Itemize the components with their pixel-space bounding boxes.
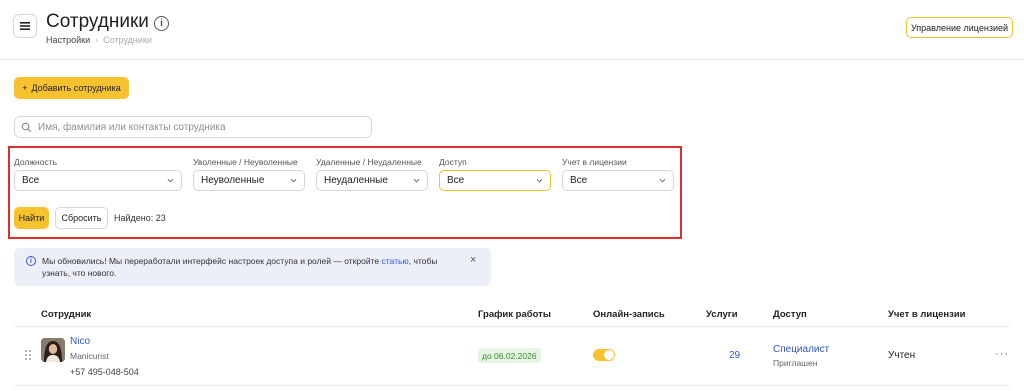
menu-button[interactable] [13, 14, 37, 38]
chevron-down-icon [659, 178, 666, 183]
filter-value: Все [570, 175, 588, 186]
filter-deleted-select[interactable]: Неудаленные [316, 170, 428, 191]
toggle-knob [604, 350, 614, 360]
more-options-icon[interactable]: ··· [995, 348, 1009, 360]
filter-value: Все [447, 175, 465, 186]
column-header-schedule[interactable]: График работы [478, 309, 551, 320]
found-count: Найдено: 23 [114, 213, 166, 223]
employee-phone: +57 495-048-504 [70, 367, 139, 377]
column-header-online-booking[interactable]: Онлайн-запись [593, 309, 665, 320]
close-icon[interactable]: × [470, 254, 476, 266]
breadcrumb-employees: Сотрудники [103, 35, 152, 45]
column-header-employee[interactable]: Сотрудник [41, 309, 91, 320]
access-status: Приглашен [773, 358, 818, 368]
license-status: Учтен [888, 350, 916, 361]
filter-fired-select[interactable]: Неуволенные [193, 170, 305, 191]
breadcrumb-separator-icon: › [95, 35, 99, 45]
breadcrumb-settings[interactable]: Настройки [46, 35, 90, 45]
add-employee-button[interactable]: + Добавить сотрудника [14, 77, 129, 99]
manage-license-button[interactable]: Управление лицензией [906, 17, 1013, 38]
schedule-badge[interactable]: до 06.02.2026 [478, 348, 541, 363]
column-header-services[interactable]: Услуги [706, 309, 738, 320]
notice-text: Мы обновились! Мы переработали интерфейс… [42, 255, 462, 279]
header-divider [0, 59, 1024, 60]
filter-value: Неуволенные [201, 175, 265, 186]
drag-handle-icon[interactable] [25, 350, 31, 360]
online-booking-toggle[interactable] [593, 349, 615, 361]
breadcrumb: Настройки › Сотрудники [46, 35, 152, 45]
notice-text-before: Мы обновились! Мы переработали интерфейс… [42, 256, 382, 266]
column-header-access[interactable]: Доступ [773, 309, 807, 320]
add-employee-label: Добавить сотрудника [31, 83, 121, 93]
employee-name-link[interactable]: Nico [70, 336, 90, 347]
filter-license-select[interactable]: Все [562, 170, 674, 191]
chevron-down-icon [167, 178, 174, 183]
filter-label-access: Доступ [439, 157, 467, 167]
info-icon[interactable]: i [154, 16, 169, 31]
chevron-down-icon [536, 178, 543, 183]
reset-button[interactable]: Сбросить [55, 207, 108, 229]
table-header-divider [14, 326, 1010, 327]
search-box[interactable] [14, 116, 372, 138]
page-title: Сотрудники [46, 11, 149, 32]
hamburger-icon [20, 22, 30, 30]
filter-label-fired: Уволенные / Неуволенные [193, 157, 298, 167]
access-role-link[interactable]: Специалист [773, 344, 829, 355]
chevron-down-icon [413, 178, 420, 183]
filter-label-position: Должность [14, 157, 58, 167]
filter-value: Неудаленные [324, 175, 388, 186]
avatar [41, 338, 65, 362]
filter-value: Все [22, 175, 40, 186]
row-divider [14, 385, 1010, 386]
filter-label-deleted: Удаленные / Неудаленные [316, 157, 422, 167]
filter-access-select[interactable]: Все [439, 170, 551, 191]
employee-role: Manicurist [70, 351, 109, 361]
services-count-link[interactable]: 29 [729, 350, 740, 361]
find-button[interactable]: Найти [14, 207, 49, 229]
search-icon [21, 122, 32, 132]
plus-icon: + [22, 83, 28, 93]
filter-label-license: Учет в лицензии [562, 157, 627, 167]
update-notice: i Мы обновились! Мы переработали интерфе… [14, 248, 491, 286]
info-icon: i [26, 256, 36, 266]
chevron-down-icon [290, 178, 297, 183]
column-header-license[interactable]: Учет в лицензии [888, 309, 966, 320]
filter-position-select[interactable]: Все [14, 170, 182, 191]
notice-article-link[interactable]: статью [381, 256, 408, 266]
search-input[interactable] [38, 121, 358, 133]
